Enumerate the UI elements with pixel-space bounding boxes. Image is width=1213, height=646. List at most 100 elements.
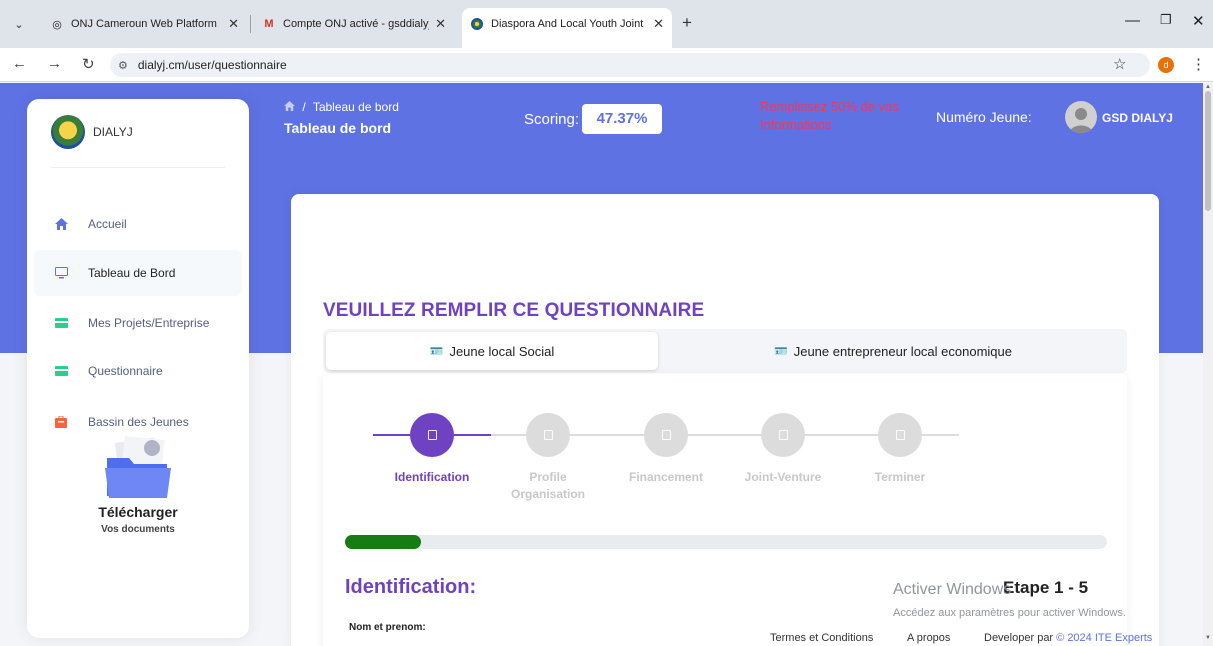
step-label-identification: Identification <box>394 470 470 484</box>
reload-icon[interactable]: ↻ <box>82 55 95 73</box>
browser-tab-onj[interactable]: ◎ ONJ Cameroun Web Platform ✕ <box>42 9 247 39</box>
sidebar-item-label: Questionnaire <box>88 364 163 378</box>
tab-search-icon[interactable]: ⌄ <box>8 14 30 36</box>
restore-icon[interactable]: ❐ <box>1160 12 1172 28</box>
sidebar-item-accueil[interactable]: Accueil <box>34 201 242 247</box>
step-icon <box>543 430 553 440</box>
step-3-circle[interactable] <box>644 413 688 457</box>
card-icon <box>54 364 68 378</box>
profile-type-tabs: 🪪 Jeune local Social 🪪 Jeune entrepreneu… <box>323 329 1127 373</box>
address-bar[interactable]: ⚙ dialyj.cm/user/questionnaire <box>110 53 1150 77</box>
user-name[interactable]: GSD DIALYJ <box>1102 111 1173 125</box>
home-icon[interactable] <box>284 100 298 114</box>
browser-tab-label: ONJ Cameroun Web Platform <box>71 18 217 30</box>
sidebar-item-label: Bassin des Jeunes <box>88 415 189 429</box>
browser-tab-dialyj[interactable]: Diaspora And Local Youth Joint ✕ <box>462 8 672 48</box>
id-card-icon: 🪪 <box>429 345 444 358</box>
step-label-profile: Profile Organisation <box>510 470 585 501</box>
questionnaire-card: VEUILLEZ REMPLIR CE QUESTIONNAIRE 🪪 Jeun… <box>291 194 1159 646</box>
gmail-icon: M <box>264 18 274 30</box>
progress-bar <box>345 535 1107 549</box>
numero-jeune-label: Numéro Jeune: <box>936 109 1032 125</box>
step-1-circle[interactable] <box>410 413 454 457</box>
field-label-nom: Nom et prenom: <box>349 622 426 633</box>
monitor-icon <box>54 266 68 280</box>
scoring-label: Scoring: <box>524 111 580 128</box>
close-icon[interactable]: ✕ <box>228 16 239 32</box>
download-subtitle: Vos documents <box>101 524 175 535</box>
sidebar: DIALYJ Accueil Tableau de Bord Mes Proje… <box>27 99 249 638</box>
globe-icon: ◎ <box>52 18 62 31</box>
questionnaire-title: VEUILLEZ REMPLIR CE QUESTIONNAIRE <box>323 300 705 321</box>
completion-warning: Remplissez 50% de vos Informations <box>760 99 899 132</box>
browser-tab-strip: ⌄ ◎ ONJ Cameroun Web Platform ✕ M Compte… <box>0 0 1213 48</box>
documents-folder-illustration <box>97 434 181 504</box>
windows-activation-hint: Accédez aux paramètres pour activer Wind… <box>893 607 1126 619</box>
divider <box>51 167 225 168</box>
step-icon <box>661 430 671 440</box>
tab-label: Jeune local Social <box>449 343 555 359</box>
site-settings-icon[interactable]: ⚙ <box>118 59 128 72</box>
step-5-circle[interactable] <box>878 413 922 457</box>
scroll-down-icon[interactable]: ▼ <box>1205 635 1211 641</box>
brand-logo <box>51 115 85 149</box>
close-icon[interactable]: ✕ <box>653 16 664 32</box>
step-icon <box>427 430 437 440</box>
brand[interactable]: DIALYJ <box>51 115 133 149</box>
step-icon <box>778 430 788 440</box>
home-icon <box>54 217 68 231</box>
footer-developer: Developer par © 2024 ITE Experts <box>984 632 1152 644</box>
sidebar-item-tableau-de-bord[interactable]: Tableau de Bord <box>34 250 242 296</box>
sidebar-item-label: Mes Projets/Entreprise <box>88 316 210 330</box>
tab-label: Jeune entrepreneur local economique <box>793 343 1012 359</box>
section-title: Identification: <box>345 576 477 598</box>
tab-jeune-local-social[interactable]: 🪪 Jeune local Social <box>326 332 658 370</box>
scrollbar-thumb[interactable] <box>1205 91 1211 211</box>
wizard-panel: Identification Profile Organisation Fina… <box>323 374 1127 646</box>
progress-fill <box>345 535 422 549</box>
site-logo-icon <box>470 17 484 31</box>
breadcrumb: / Tableau de bord <box>284 100 399 114</box>
windows-activation-watermark: Activer Windows <box>893 581 1012 598</box>
page-scrollbar[interactable]: ▲ ▼ <box>1203 83 1213 646</box>
card-icon <box>54 316 68 330</box>
back-arrow-icon[interactable]: ← <box>12 55 27 72</box>
scroll-up-icon[interactable]: ▲ <box>1205 84 1211 90</box>
forward-arrow-icon[interactable]: → <box>47 55 62 72</box>
profile-avatar[interactable]: d <box>1158 57 1174 73</box>
browser-menu-icon[interactable]: ⋮ <box>1191 55 1206 73</box>
browser-tab-label: Compte ONJ activé - gsddialyj@ <box>283 18 430 30</box>
new-tab-button[interactable]: + <box>682 13 692 33</box>
download-title[interactable]: Télécharger <box>27 504 249 520</box>
page-title: Tableau de bord <box>284 120 392 136</box>
browser-toolbar: ← → ↻ ⚙ dialyj.cm/user/questionnaire ☆ d… <box>0 48 1213 82</box>
step-4-circle[interactable] <box>761 413 805 457</box>
step-counter: Etape 1 - 5 <box>1003 578 1089 597</box>
tab-separator <box>250 15 251 33</box>
minimize-icon[interactable]: — <box>1125 12 1140 29</box>
browser-tab-gmail[interactable]: M Compte ONJ activé - gsddialyj@ ✕ <box>254 9 454 39</box>
briefcase-icon <box>54 415 68 429</box>
browser-tab-label: Diaspora And Local Youth Joint <box>491 18 644 30</box>
avatar[interactable] <box>1065 101 1097 133</box>
step-2-circle[interactable] <box>526 413 570 457</box>
brand-name: DIALYJ <box>93 125 133 139</box>
sidebar-item-label: Accueil <box>88 217 127 231</box>
step-icon <box>895 430 905 440</box>
step-label-terminer: Terminer <box>874 470 926 484</box>
footer-link-about[interactable]: A propos <box>907 632 950 644</box>
breadcrumb-item[interactable]: Tableau de bord <box>313 100 399 114</box>
footer-brand-link[interactable]: © 2024 ITE Experts <box>1056 632 1152 644</box>
tab-jeune-entrepreneur[interactable]: 🪪 Jeune entrepreneur local economique <box>663 332 1123 370</box>
url-text: dialyj.cm/user/questionnaire <box>137 58 287 72</box>
breadcrumb-separator: / <box>302 100 306 114</box>
id-card-icon: 🪪 <box>774 345 788 358</box>
scoring-value: 47.37% <box>582 104 662 134</box>
step-label-joint-venture: Joint-Venture <box>744 470 822 484</box>
sidebar-item-questionnaire[interactable]: Questionnaire <box>34 348 242 394</box>
bookmark-star-icon[interactable]: ☆ <box>1113 55 1126 73</box>
footer-link-terms[interactable]: Termes et Conditions <box>770 632 873 644</box>
close-icon[interactable]: ✕ <box>435 16 446 32</box>
window-close-icon[interactable]: ✕ <box>1192 12 1205 30</box>
sidebar-item-projets[interactable]: Mes Projets/Entreprise <box>34 300 242 346</box>
